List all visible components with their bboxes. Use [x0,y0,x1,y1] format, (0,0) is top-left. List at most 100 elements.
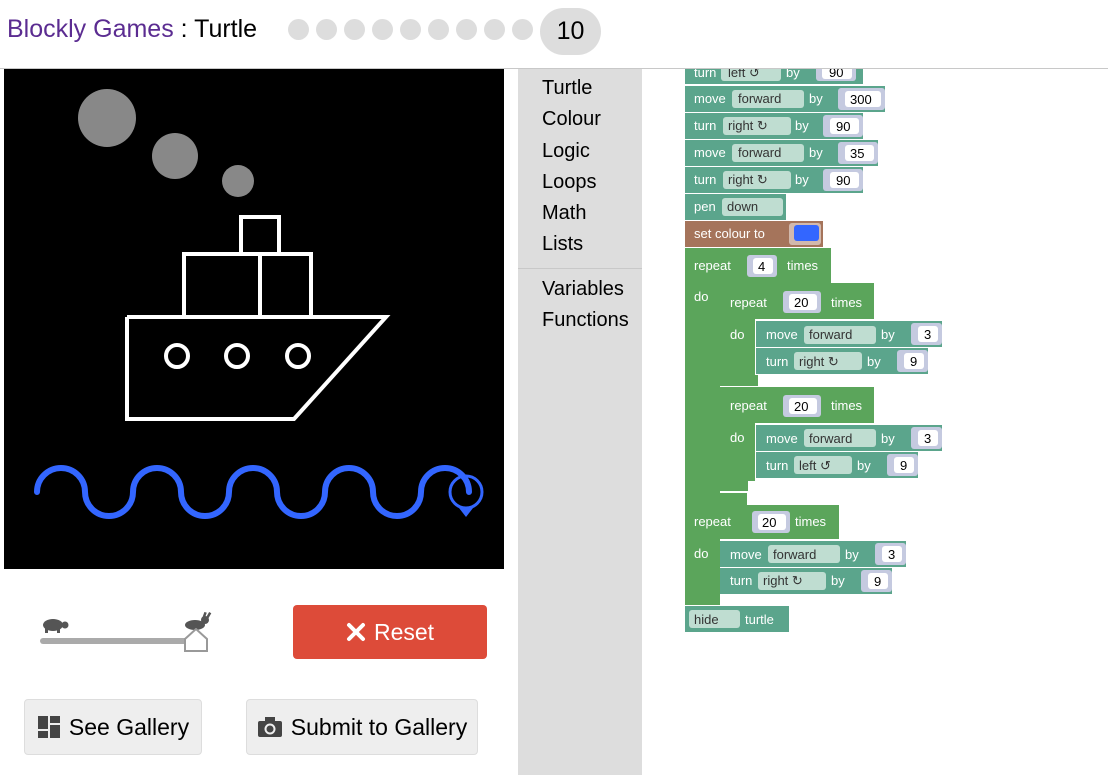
toolbox-separator [518,268,642,269]
svg-text:90: 90 [829,69,843,80]
turn-block[interactable]: turn right ↻ by 90 [685,113,863,139]
toolbox-category-logic[interactable]: Logic [542,140,590,163]
svg-text:turn: turn [694,69,716,80]
gallery-grid-icon [37,716,60,738]
level-dot[interactable] [288,19,309,40]
svg-text:3: 3 [888,547,895,562]
colour-swatch[interactable] [794,225,819,241]
svg-text:move: move [730,547,762,562]
svg-text:3: 3 [924,431,931,446]
svg-text:turn: turn [766,354,788,369]
svg-text:forward: forward [738,91,781,106]
svg-text:turn: turn [694,172,716,187]
level-dot[interactable] [484,19,505,40]
svg-text:down: down [727,199,758,214]
move-block[interactable]: move forward by 3 [720,541,906,567]
reset-button[interactable]: Reset [293,605,487,659]
see-gallery-button[interactable]: See Gallery [24,699,202,755]
turn-block[interactable]: turn right ↻ by 9 [720,568,892,594]
svg-text:move: move [694,145,726,160]
svg-text:9: 9 [874,574,881,589]
blocks-canvas: turn left ↺ by 90 move forward by 300 tu… [685,69,942,632]
svg-text:move: move [766,431,798,446]
svg-text:do: do [730,430,744,445]
submit-gallery-button[interactable]: Submit to Gallery [246,699,478,755]
submit-gallery-label: Submit to Gallery [290,713,468,740]
speed-slider-track[interactable] [40,638,196,644]
level-dot[interactable] [372,19,393,40]
hide-turtle-block[interactable]: hide turtle [685,606,789,632]
turtle-canvas [4,69,504,569]
see-gallery-label: See Gallery [68,713,190,740]
pen-block[interactable]: pen down [685,194,786,220]
svg-text:20: 20 [794,295,808,310]
svg-text:forward: forward [809,327,852,342]
turn-block[interactable]: turn left ↺ by 9 [756,452,918,478]
svg-text:do: do [694,289,708,304]
svg-text:by: by [845,547,859,562]
move-block[interactable]: move forward by 3 [756,425,942,451]
svg-text:do: do [730,327,744,342]
move-block[interactable]: move forward by 35 [685,140,878,166]
blocks-workspace[interactable]: turn left ↺ by 90 move forward by 300 tu… [642,69,1108,775]
move-block[interactable]: move forward by 300 [685,86,885,112]
toolbox-category-colour[interactable]: Colour [542,108,601,131]
svg-text:times: times [787,258,819,273]
svg-text:repeat: repeat [730,295,767,310]
svg-text:by: by [795,118,809,133]
speed-slider-handle[interactable] [184,628,208,652]
svg-text:9: 9 [910,354,917,369]
svg-text:turn: turn [766,458,788,473]
toolbox-category-turtle[interactable]: Turtle [542,77,592,100]
move-block[interactable]: move forward by 3 [756,321,942,347]
svg-text:by: by [786,69,800,80]
camera-icon [257,717,282,737]
turn-block[interactable]: turn right ↻ by 9 [756,348,928,374]
svg-text:by: by [881,327,895,342]
svg-text:move: move [694,91,726,106]
toolbox-category-functions[interactable]: Functions [542,309,629,332]
svg-text:turn: turn [730,573,752,588]
svg-text:by: by [857,458,871,473]
svg-text:9: 9 [900,458,907,473]
svg-text:90: 90 [836,119,850,134]
svg-text:20: 20 [794,399,808,414]
toolbox-category-loops[interactable]: Loops [542,171,597,194]
ship-drawing [34,89,484,519]
svg-text:20: 20 [762,515,776,530]
svg-text:repeat: repeat [694,258,731,273]
svg-text:3: 3 [924,327,931,342]
level-dot[interactable] [456,19,477,40]
svg-text:4: 4 [758,259,765,274]
level-dot[interactable] [316,19,337,40]
reset-label: Reset [373,618,435,645]
level-dots [288,19,533,40]
svg-text:forward: forward [809,431,852,446]
toolbox-category-math[interactable]: Math [542,202,586,225]
close-icon [346,623,365,641]
tortoise-icon [43,619,69,633]
smoke-puff-medium [152,133,198,179]
turn-block[interactable]: turn right ↻ by 90 [685,167,863,193]
level-dot[interactable] [344,19,365,40]
svg-text:turn: turn [694,118,716,133]
turn-block[interactable]: turn left ↺ by 90 [685,69,863,84]
current-level-badge: 10 [540,8,601,55]
level-dot[interactable] [428,19,449,40]
set-colour-block[interactable]: set colour to [685,221,823,247]
page-title: Blockly Games : Turtle [7,15,257,44]
toolbox-category-variables[interactable]: Variables [542,278,624,301]
level-dot[interactable] [400,19,421,40]
level-dot[interactable] [512,19,533,40]
svg-text:300: 300 [850,92,872,107]
blockly-games-link[interactable]: Blockly Games [7,15,174,43]
svg-text:hide: hide [694,612,719,627]
svg-text:set colour to: set colour to [694,226,765,241]
svg-text:by: by [809,91,823,106]
svg-text:by: by [881,431,895,446]
toolbox-category-lists[interactable]: Lists [542,233,583,256]
smoke-puff-large [78,89,136,147]
svg-text:times: times [795,514,827,529]
svg-text:left ↺: left ↺ [728,69,760,80]
svg-text:forward: forward [773,547,816,562]
